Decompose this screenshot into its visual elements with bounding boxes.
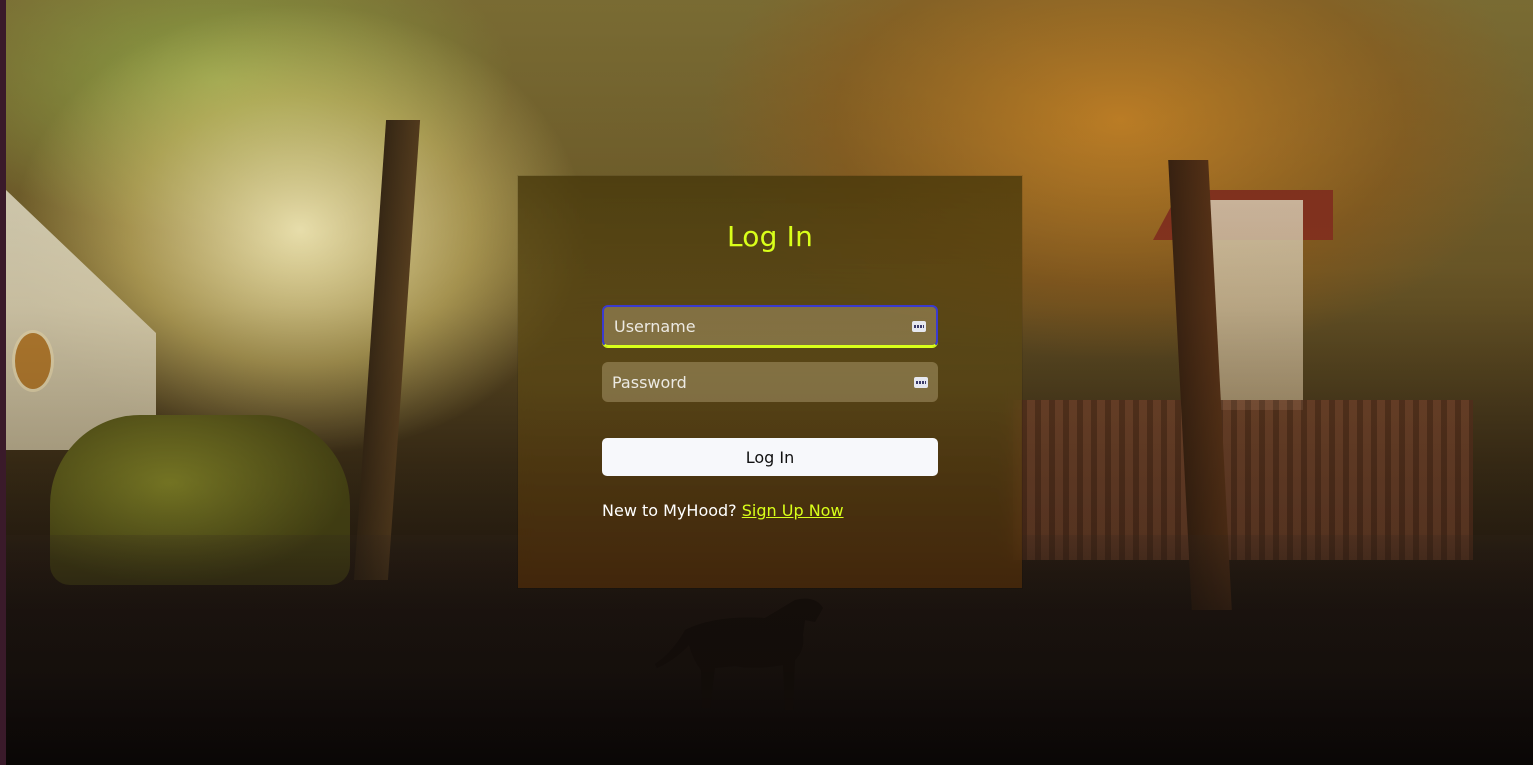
keyboard-icon[interactable] (912, 320, 926, 332)
username-input[interactable] (614, 316, 912, 336)
password-field[interactable] (602, 362, 938, 402)
keyboard-icon[interactable] (914, 376, 928, 388)
login-button[interactable]: Log In (602, 438, 938, 476)
login-card: Log In Log In New to MyHood? Sign Up Now (518, 176, 1022, 588)
window-edge (0, 0, 6, 765)
signup-prompt-line: New to MyHood? Sign Up Now (602, 501, 844, 520)
login-page: Log In Log In New to MyHood? Sign Up Now (0, 0, 1533, 765)
signup-prompt-text: New to MyHood? (602, 501, 737, 520)
login-title: Log In (726, 220, 814, 253)
username-field[interactable] (602, 305, 938, 347)
password-input[interactable] (612, 372, 914, 392)
signup-link[interactable]: Sign Up Now (742, 501, 844, 520)
